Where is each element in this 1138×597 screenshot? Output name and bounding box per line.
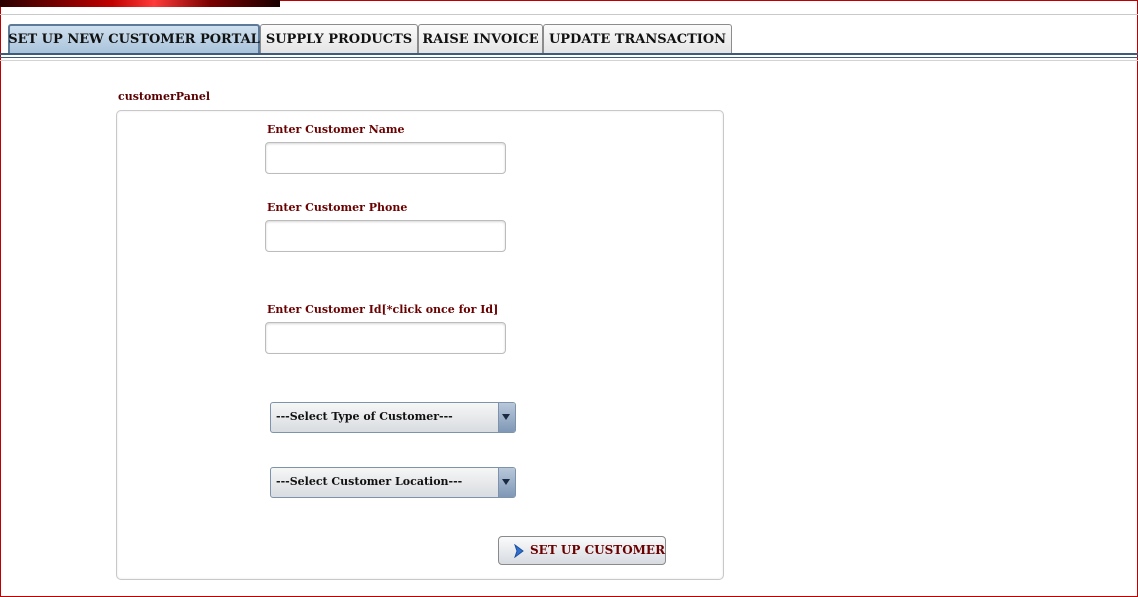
- customer-phone-input[interactable]: [265, 220, 506, 252]
- customer-type-dropdown-button[interactable]: [498, 403, 515, 432]
- top-banner-image: [0, 0, 280, 7]
- customer-phone-label: Enter Customer Phone: [267, 201, 408, 214]
- tab-bar-divider-2: [0, 57, 1138, 58]
- customer-location-select[interactable]: ---Select Customer Location---: [270, 467, 516, 498]
- customer-name-input[interactable]: [265, 142, 506, 174]
- tab-set-up-new-customer-portal[interactable]: SET UP NEW CUSTOMER PORTAL: [8, 24, 260, 53]
- top-divider: [0, 14, 1138, 15]
- customer-type-select[interactable]: ---Select Type of Customer---: [270, 402, 516, 433]
- customer-type-selected-value: ---Select Type of Customer---: [276, 410, 453, 423]
- chevron-down-icon: [502, 479, 510, 485]
- tab-raise-invoice[interactable]: RAISE INVOICE: [418, 24, 543, 53]
- panel-title: customerPanel: [118, 90, 211, 103]
- set-up-customer-label: SET UP CUSTOMER: [530, 543, 666, 557]
- customer-location-selected-value: ---Select Customer Location---: [276, 475, 463, 488]
- customer-location-dropdown-button[interactable]: [498, 468, 515, 497]
- customer-name-label: Enter Customer Name: [267, 123, 405, 136]
- arrow-right-icon: [514, 544, 524, 558]
- tab-update-transaction[interactable]: UPDATE TRANSACTION: [543, 24, 732, 53]
- chevron-down-icon: [502, 414, 510, 420]
- tab-bar-divider-3: [0, 60, 1138, 61]
- customer-id-label: Enter Customer Id[*click once for Id]: [267, 303, 499, 316]
- set-up-customer-button[interactable]: SET UP CUSTOMER: [498, 536, 666, 565]
- tab-bar-divider: [0, 53, 1138, 55]
- tab-supply-products[interactable]: SUPPLY PRODUCTS: [260, 24, 418, 53]
- customer-id-input[interactable]: [265, 322, 506, 354]
